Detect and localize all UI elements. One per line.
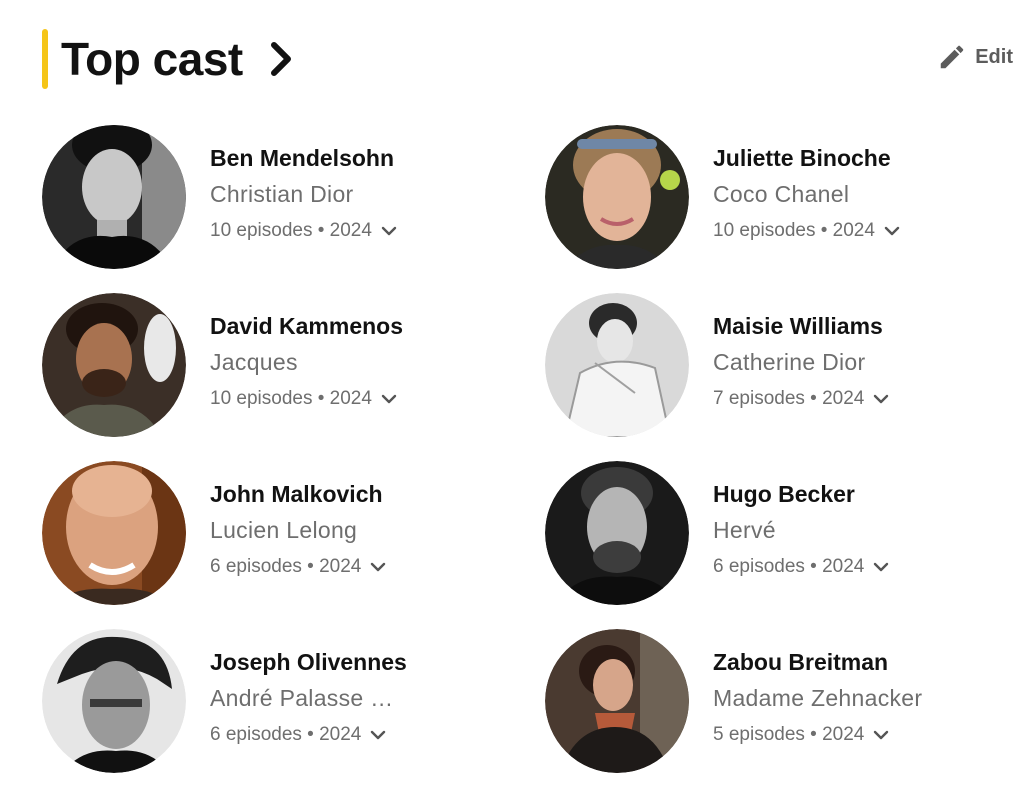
chevron-down-icon xyxy=(371,562,386,572)
section-title[interactable]: Top cast xyxy=(61,32,243,86)
accent-bar xyxy=(42,29,48,89)
episodes-label: 5 episodes • 2024 xyxy=(713,724,865,745)
pencil-icon xyxy=(940,45,964,69)
character-name[interactable]: Hervé xyxy=(713,517,890,543)
chevron-down-icon xyxy=(381,394,397,404)
cast-item[interactable]: Hugo Becker Hervé 6 episodes • 2024 xyxy=(545,461,1002,605)
episodes-label: 10 episodes • 2024 xyxy=(713,220,875,241)
episodes-label: 7 episodes • 2024 xyxy=(713,388,865,409)
actor-photo[interactable] xyxy=(545,125,689,269)
edit-button[interactable]: Edit xyxy=(937,42,1013,72)
cast-item[interactable]: David Kammenos Jacques 10 episodes • 202… xyxy=(42,293,545,437)
chevron-down-icon xyxy=(381,226,397,236)
episodes-toggle[interactable]: 10 episodes • 2024 xyxy=(713,219,901,243)
episodes-label: 10 episodes • 2024 xyxy=(210,220,372,241)
character-name[interactable]: Madame Zehnacker xyxy=(713,685,922,711)
section-header: Top cast xyxy=(42,29,297,89)
actor-name[interactable]: Joseph Olivennes xyxy=(210,649,407,675)
chevron-down-icon xyxy=(371,730,386,740)
character-name[interactable]: André Palasse … xyxy=(210,685,407,711)
episodes-toggle[interactable]: 6 episodes • 2024 xyxy=(713,555,890,579)
actor-photo[interactable] xyxy=(545,293,689,437)
actor-name[interactable]: Hugo Becker xyxy=(713,481,890,507)
actor-photo[interactable] xyxy=(545,461,689,605)
episodes-toggle[interactable]: 6 episodes • 2024 xyxy=(210,555,387,579)
chevron-down-icon xyxy=(874,562,889,572)
actor-photo[interactable] xyxy=(545,629,689,773)
actor-name[interactable]: David Kammenos xyxy=(210,313,403,339)
cast-item[interactable]: Ben Mendelsohn Christian Dior 10 episode… xyxy=(42,125,545,269)
actor-photo[interactable] xyxy=(42,629,186,773)
episodes-toggle[interactable]: 6 episodes • 2024 xyxy=(210,723,407,747)
cast-item[interactable]: Juliette Binoche Coco Chanel 10 episodes… xyxy=(545,125,1002,269)
episodes-label: 6 episodes • 2024 xyxy=(210,724,362,745)
character-name[interactable]: Coco Chanel xyxy=(713,181,901,207)
cast-item[interactable]: John Malkovich Lucien Lelong 6 episodes … xyxy=(42,461,545,605)
episodes-toggle[interactable]: 10 episodes • 2024 xyxy=(210,387,403,411)
actor-name[interactable]: Juliette Binoche xyxy=(713,145,901,171)
actor-photo[interactable] xyxy=(42,125,186,269)
actor-name[interactable]: Maisie Williams xyxy=(713,313,890,339)
actor-name[interactable]: Zabou Breitman xyxy=(713,649,922,675)
cast-item[interactable]: Joseph Olivennes André Palasse … 6 episo… xyxy=(42,629,545,773)
character-name[interactable]: Lucien Lelong xyxy=(210,517,387,543)
character-name[interactable]: Catherine Dior xyxy=(713,349,890,375)
chevron-right-icon[interactable] xyxy=(267,39,297,79)
character-name[interactable]: Jacques xyxy=(210,349,403,375)
actor-name[interactable]: Ben Mendelsohn xyxy=(210,145,398,171)
episodes-toggle[interactable]: 7 episodes • 2024 xyxy=(713,387,890,411)
episodes-toggle[interactable]: 5 episodes • 2024 xyxy=(713,723,922,747)
character-name[interactable]: Christian Dior xyxy=(210,181,398,207)
actor-photo[interactable] xyxy=(42,461,186,605)
cast-list: Ben Mendelsohn Christian Dior 10 episode… xyxy=(42,125,1002,797)
episodes-label: 6 episodes • 2024 xyxy=(713,556,865,577)
episodes-label: 10 episodes • 2024 xyxy=(210,388,372,409)
cast-item[interactable]: Zabou Breitman Madame Zehnacker 5 episod… xyxy=(545,629,1002,773)
chevron-down-icon xyxy=(884,226,900,236)
actor-name[interactable]: John Malkovich xyxy=(210,481,387,507)
actor-photo[interactable] xyxy=(42,293,186,437)
episodes-label: 6 episodes • 2024 xyxy=(210,556,362,577)
episodes-toggle[interactable]: 10 episodes • 2024 xyxy=(210,219,398,243)
chevron-down-icon xyxy=(874,394,889,404)
edit-label: Edit xyxy=(975,45,1013,68)
chevron-down-icon xyxy=(874,730,889,740)
cast-item[interactable]: Maisie Williams Catherine Dior 7 episode… xyxy=(545,293,1002,437)
